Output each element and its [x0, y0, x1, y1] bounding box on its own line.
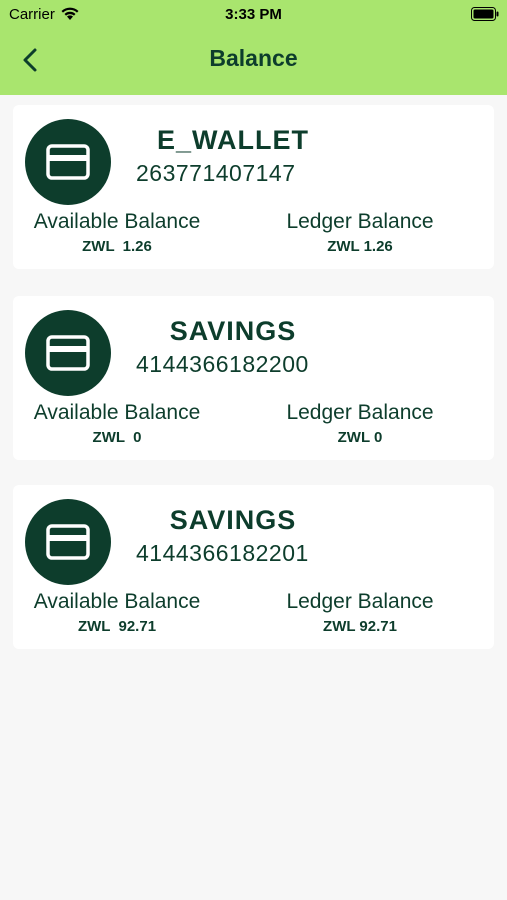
available-balance-label: Available Balance: [33, 401, 201, 424]
available-balance-label: Available Balance: [33, 210, 201, 233]
account-name: E_WALLET: [156, 125, 309, 155]
available-balance-value: ZWL 92.71: [77, 618, 157, 635]
account-card[interactable]: SAVINGS 4144366182200 Available Balance …: [13, 296, 494, 460]
credit-card-icon: [46, 524, 90, 560]
ledger-balance-label: Ledger Balance: [286, 210, 434, 233]
ledger-balance-value: ZWL 0: [337, 429, 383, 446]
account-card[interactable]: E_WALLET 263771407147 Available Balance …: [13, 105, 494, 269]
ledger-balance-value: ZWL 92.71: [323, 618, 397, 635]
account-number: 4144366182201: [136, 540, 309, 566]
available-balance-value: ZWL 0: [92, 429, 142, 446]
available-balance-label: Available Balance: [33, 590, 201, 613]
battery-icon: [471, 7, 499, 21]
account-number: 4144366182200: [136, 351, 309, 377]
account-icon-badge: [25, 499, 111, 585]
account-number: 263771407147: [136, 160, 296, 186]
account-name: SAVINGS: [169, 505, 297, 535]
top-bar: Carrier 3:33 PM Balance: [0, 0, 507, 95]
ledger-balance-label: Ledger Balance: [286, 401, 434, 424]
available-balance-value: ZWL 1.26: [82, 238, 152, 255]
account-card[interactable]: SAVINGS 4144366182201 Available Balance …: [13, 485, 494, 649]
account-name: SAVINGS: [169, 316, 297, 346]
status-bar: Carrier 3:33 PM: [0, 0, 507, 28]
ledger-balance-label: Ledger Balance: [286, 590, 434, 613]
credit-card-icon: [46, 335, 90, 371]
account-icon-badge: [25, 119, 111, 205]
account-icon-badge: [25, 310, 111, 396]
status-time: 3:33 PM: [225, 6, 282, 23]
ledger-balance-value: ZWL 1.26: [327, 238, 393, 255]
page-title: Balance: [209, 45, 298, 71]
credit-card-icon: [46, 144, 90, 180]
